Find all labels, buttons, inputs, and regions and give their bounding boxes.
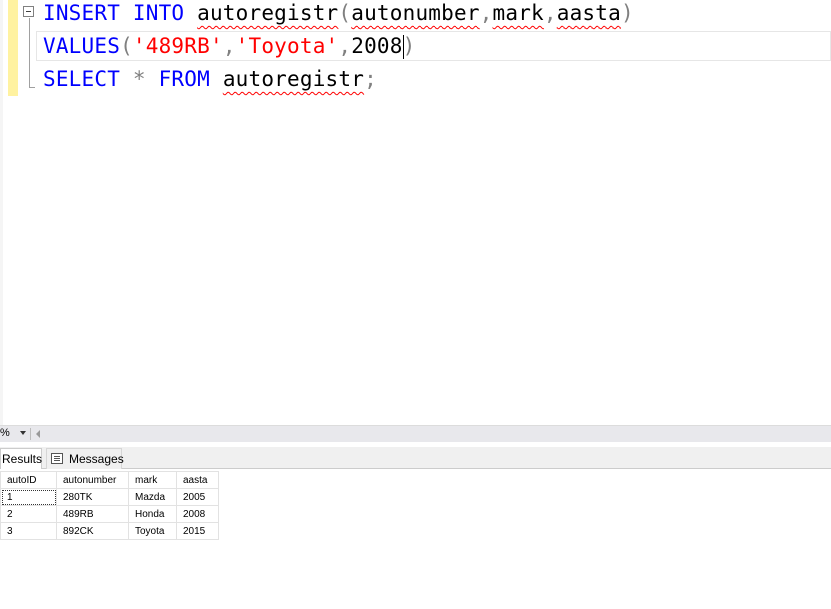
grid-cell[interactable]: Honda xyxy=(128,505,177,523)
grid-cell[interactable]: 2008 xyxy=(176,505,219,523)
grid-cell[interactable]: 2005 xyxy=(176,488,219,506)
code-line-3[interactable]: SELECT * FROM autoregistr; xyxy=(43,64,377,94)
results-grid[interactable]: autoID autonumber mark aasta 1 280TK Maz… xyxy=(0,471,219,540)
column-header[interactable]: autoID xyxy=(0,471,57,489)
keyword-from: FROM xyxy=(158,67,210,91)
editor-left-margin xyxy=(0,0,3,425)
code-line-2[interactable]: VALUES('489RB','Toyota',2008) xyxy=(43,31,415,61)
star-operator: * xyxy=(132,67,146,91)
comma: , xyxy=(338,34,352,58)
comma: , xyxy=(479,1,493,25)
tab-results-label: Results xyxy=(2,452,43,466)
grid-cell[interactable]: 489RB xyxy=(56,505,129,523)
column-header[interactable]: mark xyxy=(128,471,177,489)
query-editor[interactable]: INSERT INTO autoregistr(autonumber,mark,… xyxy=(0,0,831,425)
results-tab-strip: Results Messages xyxy=(0,447,831,469)
code-line-1[interactable]: INSERT INTO autoregistr(autonumber,mark,… xyxy=(43,0,634,28)
column-header[interactable]: autonumber xyxy=(56,471,129,489)
zoom-separator xyxy=(30,428,31,440)
outline-guide-end xyxy=(29,87,35,88)
number-literal: 2008 xyxy=(351,34,403,58)
tab-messages-label: Messages xyxy=(69,452,124,466)
tab-messages[interactable]: Messages xyxy=(46,448,124,469)
column-name: mark xyxy=(492,1,544,25)
zoom-level[interactable]: % xyxy=(0,427,10,439)
collapse-outline-icon[interactable] xyxy=(23,6,34,17)
grid-cell[interactable]: Toyota xyxy=(128,522,177,540)
string-literal: 'Toyota' xyxy=(235,34,339,58)
grid-cell[interactable]: 2015 xyxy=(176,522,219,540)
comma: , xyxy=(543,1,557,25)
open-paren: ( xyxy=(120,34,133,58)
grid-cell[interactable]: 892CK xyxy=(56,522,129,540)
column-name: aasta xyxy=(556,1,621,25)
outline-guide xyxy=(29,18,30,88)
grid-cell[interactable]: 3 xyxy=(0,522,57,540)
tab-results[interactable]: Results xyxy=(0,448,42,469)
open-paren: ( xyxy=(338,1,352,25)
table-name: autoregistr xyxy=(222,67,365,91)
keyword-select: SELECT xyxy=(43,67,121,91)
grid-cell[interactable]: 2 xyxy=(0,505,57,523)
table-row[interactable]: 3 892CK Toyota 2015 xyxy=(0,522,219,540)
grid-header-row: autoID autonumber mark aasta xyxy=(0,471,219,489)
grid-cell[interactable]: Mazda xyxy=(128,488,177,506)
grid-cell[interactable]: 280TK xyxy=(56,488,129,506)
scroll-left-arrow-icon[interactable] xyxy=(36,430,40,438)
zoom-bar: % xyxy=(0,425,831,442)
keyword-insert: INSERT xyxy=(43,1,121,25)
table-row[interactable]: 1 280TK Mazda 2005 xyxy=(0,488,219,506)
string-literal: '489RB' xyxy=(132,34,223,58)
table-name: autoregistr xyxy=(197,1,339,25)
change-tracking-marker xyxy=(8,0,18,96)
table-row[interactable]: 2 489RB Honda 2008 xyxy=(0,505,219,523)
grid-cell[interactable]: 1 xyxy=(0,488,57,506)
messages-icon xyxy=(51,453,63,464)
close-paren: ) xyxy=(620,1,634,25)
semicolon: ; xyxy=(364,67,377,91)
comma: , xyxy=(222,34,236,58)
column-header[interactable]: aasta xyxy=(176,471,219,489)
keyword-values: VALUES xyxy=(43,34,121,58)
zoom-dropdown-icon[interactable] xyxy=(20,431,26,435)
close-paren: ) xyxy=(402,34,416,58)
keyword-into: INTO xyxy=(132,1,185,25)
column-name: autonumber xyxy=(351,1,480,25)
